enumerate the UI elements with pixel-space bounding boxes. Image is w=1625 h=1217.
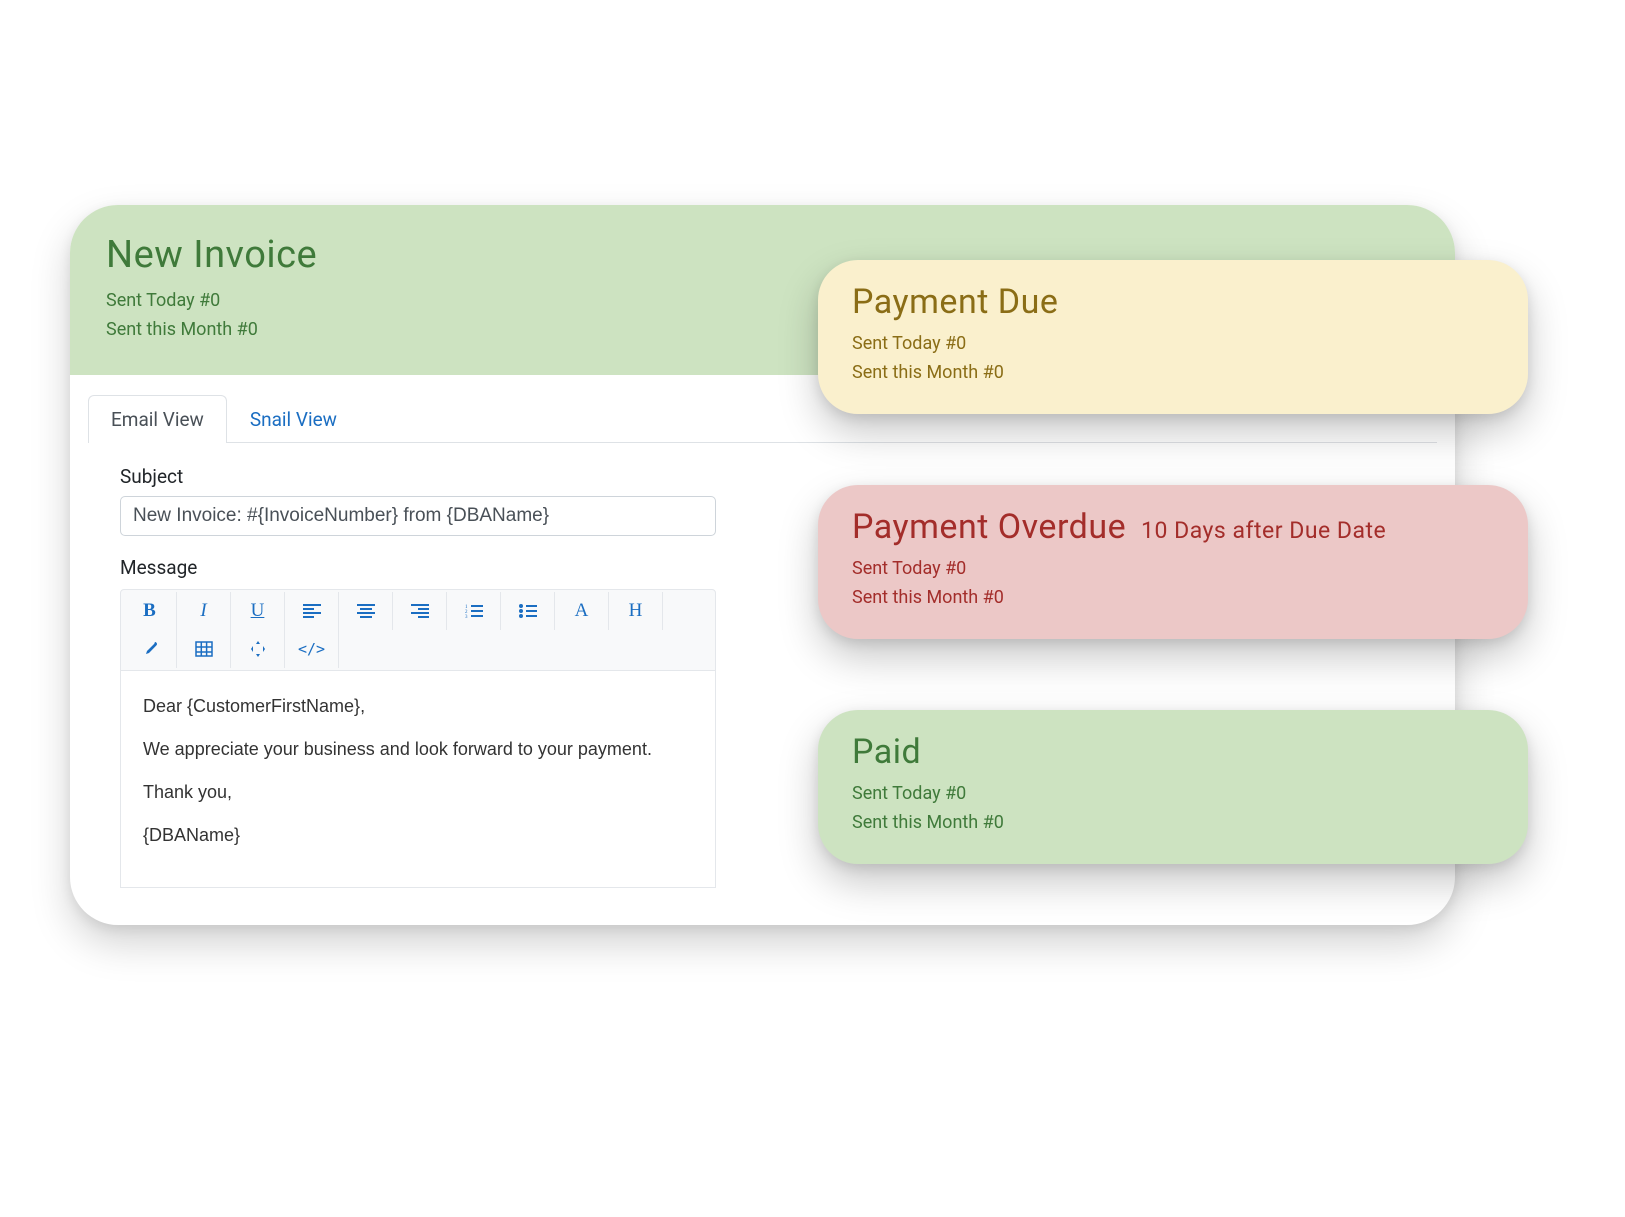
paid-card[interactable]: Paid Sent Today #0 Sent this Month #0 bbox=[818, 710, 1528, 864]
align-center-button[interactable] bbox=[339, 592, 393, 630]
message-greeting: Dear {CustomerFirstName}, bbox=[143, 693, 693, 720]
align-left-icon bbox=[303, 604, 321, 618]
code-icon: </> bbox=[298, 640, 325, 658]
font-button[interactable]: A bbox=[555, 592, 609, 630]
recycle-icon bbox=[249, 640, 267, 658]
message-label: Message bbox=[120, 556, 716, 579]
payment-overdue-sent-month: Sent this Month #0 bbox=[852, 584, 1494, 613]
email-form: Subject Message B I U bbox=[88, 443, 748, 888]
italic-button[interactable]: I bbox=[177, 592, 231, 630]
payment-due-card[interactable]: Payment Due Sent Today #0 Sent this Mont… bbox=[818, 260, 1528, 414]
align-center-icon bbox=[357, 604, 375, 618]
payment-overdue-title: Payment Overdue 10 Days after Due Date bbox=[852, 507, 1494, 547]
subject-label: Subject bbox=[120, 465, 716, 488]
code-view-button[interactable]: </> bbox=[285, 630, 339, 668]
editor-toolbar: B I U bbox=[120, 589, 716, 671]
message-line-1: We appreciate your business and look for… bbox=[143, 736, 693, 763]
paid-title: Paid bbox=[852, 732, 1494, 772]
clear-format-button[interactable] bbox=[231, 630, 285, 668]
heading-button[interactable]: H bbox=[609, 592, 663, 630]
brush-icon bbox=[141, 640, 159, 658]
table-icon bbox=[195, 641, 213, 657]
align-right-icon bbox=[411, 604, 429, 618]
paid-sent-month: Sent this Month #0 bbox=[852, 809, 1494, 838]
payment-overdue-subtitle: 10 Days after Due Date bbox=[1141, 517, 1386, 544]
align-left-button[interactable] bbox=[285, 592, 339, 630]
message-editor[interactable]: Dear {CustomerFirstName}, We appreciate … bbox=[120, 671, 716, 888]
message-thanks: Thank you, bbox=[143, 779, 693, 806]
align-right-button[interactable] bbox=[393, 592, 447, 630]
bold-button[interactable]: B bbox=[123, 592, 177, 630]
unordered-list-button[interactable] bbox=[501, 592, 555, 630]
underline-button[interactable]: U bbox=[231, 592, 285, 630]
tab-snail-view[interactable]: Snail View bbox=[227, 395, 360, 443]
ordered-list-icon: 123 bbox=[465, 604, 483, 618]
paid-sent-today: Sent Today #0 bbox=[852, 780, 1494, 809]
payment-overdue-sent-today: Sent Today #0 bbox=[852, 555, 1494, 584]
tab-email-view[interactable]: Email View bbox=[88, 395, 227, 443]
payment-due-title: Payment Due bbox=[852, 282, 1494, 322]
svg-text:3: 3 bbox=[465, 615, 468, 618]
table-button[interactable] bbox=[177, 630, 231, 668]
payment-overdue-title-text: Payment Overdue bbox=[852, 507, 1126, 547]
payment-due-sent-today: Sent Today #0 bbox=[852, 330, 1494, 359]
subject-input[interactable] bbox=[120, 496, 716, 536]
payment-overdue-card[interactable]: Payment Overdue 10 Days after Due Date S… bbox=[818, 485, 1528, 639]
payment-due-sent-month: Sent this Month #0 bbox=[852, 359, 1494, 388]
message-signature: {DBAName} bbox=[143, 822, 693, 849]
ordered-list-button[interactable]: 123 bbox=[447, 592, 501, 630]
color-button[interactable] bbox=[123, 630, 177, 668]
unordered-list-icon bbox=[519, 604, 537, 618]
